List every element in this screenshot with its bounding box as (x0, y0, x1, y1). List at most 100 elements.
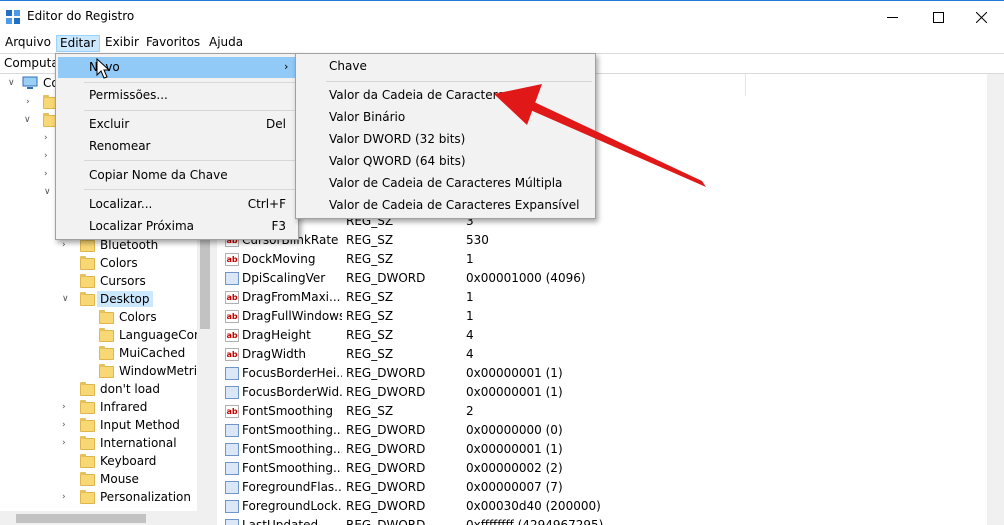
value-row[interactable]: FontSmoothing... REG_DWORD 0x00000001 (1) (217, 440, 987, 459)
submenu-item-expansivel[interactable]: Valor de Cadeia de Caracteres Expansível (329, 194, 579, 216)
value-name: DockMoving (242, 252, 316, 266)
mouse-cursor-icon (96, 58, 110, 79)
chevron-right-icon[interactable]: › (44, 151, 54, 161)
title-bar[interactable]: Editor do Registro (0, 1, 1004, 33)
menu-exibir[interactable]: Exibir (102, 35, 142, 52)
value-data: 0x00000002 (2) (466, 461, 563, 475)
value-data: 0xffffffff (4294967295) (466, 518, 604, 525)
menu-ajuda[interactable]: Ajuda (206, 35, 246, 52)
value-type: REG_SZ (346, 290, 394, 304)
address-text[interactable]: Computa (4, 56, 59, 70)
folder-icon (80, 418, 95, 432)
folder-icon (99, 310, 114, 324)
chevron-right-icon[interactable]: › (62, 240, 72, 250)
string-value-icon: ab (225, 405, 239, 418)
tree-item-label: Personalization (100, 490, 191, 504)
chevron-right-icon[interactable]: › (26, 97, 36, 107)
value-row[interactable]: DpiScalingVer REG_DWORD 0x00001000 (4096) (217, 269, 987, 288)
value-type: REG_SZ (346, 404, 394, 418)
string-value-icon: ab (225, 253, 239, 266)
folder-icon (80, 454, 95, 468)
column-divider (745, 74, 746, 96)
menu-bar: Arquivo Editar Exibir Favoritos Ajuda (0, 33, 1004, 53)
chevron-down-icon[interactable]: ∨ (8, 78, 18, 88)
folder-icon (80, 400, 95, 414)
novo-submenu: Chave Valor da Cadeia de Caracteres Valo… (295, 53, 596, 219)
submenu-item-chave[interactable]: Chave (329, 55, 367, 77)
submenu-item-cadeia[interactable]: Valor da Cadeia de Caracteres (329, 84, 511, 106)
menu-arquivo[interactable]: Arquivo (2, 35, 54, 52)
value-type: REG_SZ (346, 233, 394, 247)
value-name: DragHeight (242, 328, 311, 342)
value-row[interactable]: FontSmoothing... REG_DWORD 0x00000000 (0) (217, 421, 987, 440)
value-row[interactable]: ab CursorBlinkRate REG_SZ 530 (217, 231, 987, 250)
binary-value-icon (225, 424, 239, 437)
submenu-item-dword[interactable]: Valor DWORD (32 bits) (329, 128, 465, 150)
chevron-right-icon[interactable]: › (44, 169, 54, 179)
values-vertical-scrollbar[interactable] (987, 74, 1004, 525)
value-row[interactable]: ForegroundFlas... REG_DWORD 0x00000007 (7) (217, 478, 987, 497)
maximize-button[interactable] (915, 1, 961, 33)
menu-favoritos[interactable]: Favoritos (143, 35, 203, 52)
value-data: 1 (466, 309, 474, 323)
value-type: REG_DWORD (346, 499, 426, 513)
menu-item-label: Renomear (89, 139, 151, 153)
value-row[interactable]: ForegroundLock... REG_DWORD 0x00030d40 (20… (217, 497, 987, 516)
tree-hscroll-thumb[interactable] (16, 514, 146, 523)
tree-item-label-selected: Desktop (97, 291, 153, 307)
value-type: REG_SZ (346, 347, 394, 361)
value-row[interactable]: FocusBorderWid... REG_DWORD 0x00000001 (1) (217, 383, 987, 402)
value-data: 0x00000001 (1) (466, 385, 563, 399)
chevron-down-icon[interactable]: ∨ (62, 294, 72, 304)
menu-item-excluir[interactable]: Excluir Del (58, 113, 296, 135)
close-button[interactable] (958, 1, 1004, 33)
menu-item-renomear[interactable]: Renomear (58, 135, 296, 157)
value-data: 0x00000007 (7) (466, 480, 563, 494)
folder-icon (80, 436, 95, 450)
tree-item-label: Colors (119, 310, 157, 324)
value-type: REG_DWORD (346, 518, 426, 525)
binary-value-icon (225, 272, 239, 285)
menu-editar[interactable]: Editar (56, 35, 100, 52)
menu-item-localizar-proxima[interactable]: Localizar Próxima F3 (58, 215, 296, 237)
chevron-right-icon[interactable]: › (62, 438, 72, 448)
chevron-right-icon[interactable]: › (62, 420, 72, 430)
value-row[interactable]: ab DockMoving REG_SZ 1 (217, 250, 987, 269)
menu-item-localizar[interactable]: Localizar... Ctrl+F (58, 193, 296, 215)
folder-icon (80, 382, 95, 396)
chevron-right-icon[interactable]: › (62, 402, 72, 412)
value-row[interactable]: LastUpdated REG_DWORD 0xffffffff (42949672… (217, 516, 987, 525)
value-row[interactable]: ab FontSmoothing REG_SZ 2 (217, 402, 987, 421)
submenu-item-binario[interactable]: Valor Binário (329, 106, 405, 128)
menu-item-novo[interactable]: Novo › (58, 56, 296, 78)
value-row[interactable]: FocusBorderHei... REG_DWORD 0x00000001 (1) (217, 364, 987, 383)
chevron-right-icon: › (284, 60, 289, 73)
submenu-item-qword[interactable]: Valor QWORD (64 bits) (329, 150, 466, 172)
menu-item-permissoes[interactable]: Permissões... (58, 84, 296, 106)
value-row[interactable]: FontSmoothing... REG_DWORD 0x00000002 (2) (217, 459, 987, 478)
value-row[interactable]: ab DragFullWindows REG_SZ 1 (217, 307, 987, 326)
string-value-icon: ab (225, 291, 239, 304)
computer-icon (22, 76, 38, 89)
value-name: DpiScalingVer (242, 271, 326, 285)
submenu-item-multipla[interactable]: Valor de Cadeia de Caracteres Múltipla (329, 172, 562, 194)
value-type: REG_DWORD (346, 423, 426, 437)
folder-icon (80, 238, 95, 252)
value-type: REG_SZ (346, 309, 394, 323)
chevron-right-icon[interactable]: › (44, 133, 54, 143)
menu-item-copiar-nome[interactable]: Copiar Nome da Chave (58, 164, 296, 186)
chevron-right-icon[interactable]: › (62, 492, 72, 502)
value-row[interactable]: ab DragHeight REG_SZ 4 (217, 326, 987, 345)
folder-icon (99, 364, 114, 378)
value-row[interactable]: ab DragFromMaxi... REG_SZ 1 (217, 288, 987, 307)
value-type: REG_SZ (346, 252, 394, 266)
value-name: FontSmoothing (242, 404, 333, 418)
value-type: REG_DWORD (346, 385, 426, 399)
folder-icon (80, 256, 95, 270)
value-type: REG_DWORD (346, 366, 426, 380)
minimize-button[interactable] (869, 1, 915, 33)
chevron-down-icon[interactable]: ∨ (44, 187, 54, 197)
value-row[interactable]: ab DragWidth REG_SZ 4 (217, 345, 987, 364)
chevron-down-icon[interactable]: ∨ (24, 115, 34, 125)
string-value-icon: ab (225, 310, 239, 323)
